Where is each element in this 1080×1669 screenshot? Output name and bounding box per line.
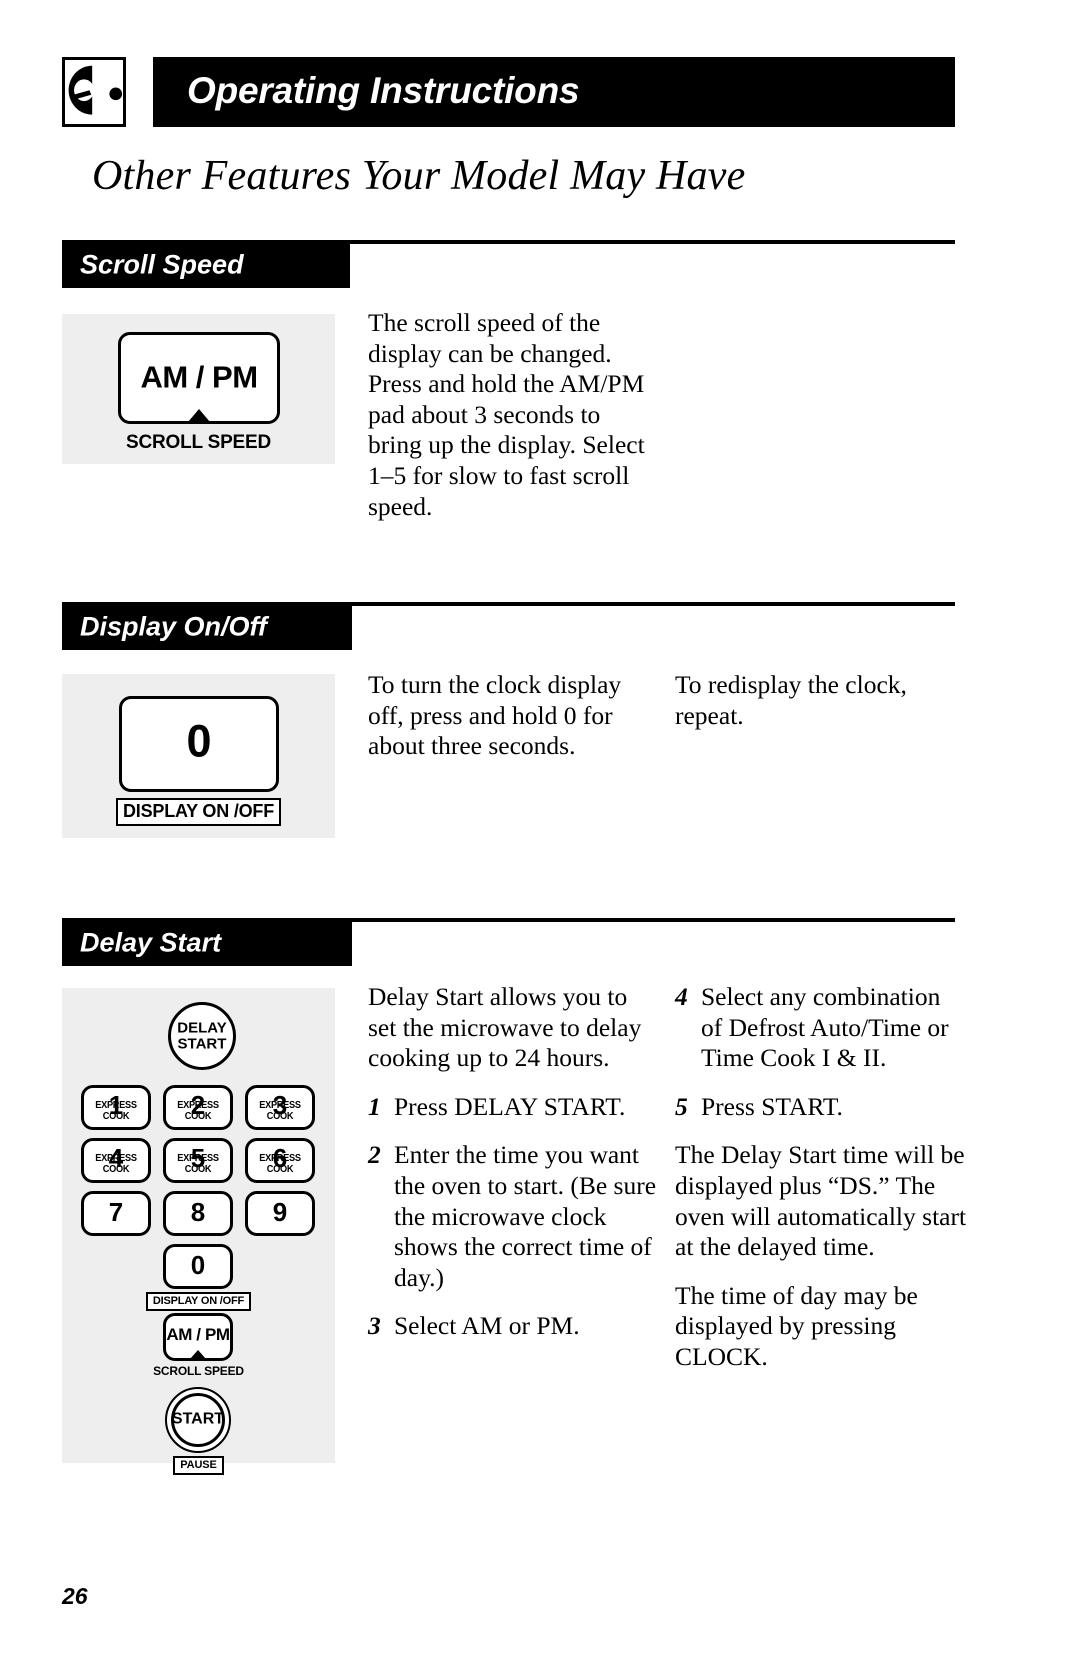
- delay-start-steps-2: 4 Select any combination of Defrost Auto…: [675, 982, 967, 1122]
- list-item: 2 Enter the time you want the oven to st…: [368, 1140, 660, 1293]
- page-subtitle: Other Features Your Model May Have: [92, 153, 746, 199]
- scroll-speed-notch-icon: [188, 409, 210, 422]
- step-number: 1: [368, 1091, 381, 1121]
- section-heading-delay-start: Delay Start: [62, 922, 352, 966]
- paragraph: The time of day may be displayed by pres…: [675, 1280, 918, 1371]
- step-text: Select any combination of Defrost Auto/T…: [701, 982, 949, 1073]
- step-number: 3: [368, 1311, 381, 1341]
- keypad-key-0[interactable]: 0: [163, 1244, 233, 1289]
- keypad-key-4[interactable]: 4 EXPRESS COOK: [81, 1138, 151, 1183]
- display-on-off-caption-text: DISPLAY ON /OFF: [115, 798, 282, 826]
- dial-knob-icon: [62, 57, 126, 127]
- keypad-key-1[interactable]: 1 EXPRESS COOK: [81, 1085, 151, 1130]
- section-heading-scroll-speed: Scroll Speed: [62, 244, 350, 288]
- artwork-scroll-speed: AM / PM SCROLL SPEED: [62, 314, 335, 464]
- step-text: Press START.: [701, 1091, 843, 1121]
- paragraph: Delay Start allows you to set the microw…: [368, 982, 642, 1073]
- page-title: Operating Instructions: [187, 70, 580, 112]
- start-button-label: START: [171, 1410, 225, 1428]
- paragraph: To turn the clock display off, press and…: [368, 670, 622, 761]
- list-item: 3 Select AM or PM.: [368, 1311, 660, 1342]
- delay-start-button-label: DELAY START: [171, 1020, 233, 1052]
- keypad-key-5-sublabel: EXPRESS COOK: [177, 1153, 219, 1175]
- keypad-key-2-sublabel: EXPRESS COOK: [177, 1100, 219, 1122]
- display-on-off-text-column-2: To redisplay the clock, repeat.: [675, 670, 965, 731]
- display-on-off-text-column-1: To turn the clock display off, press and…: [368, 670, 658, 762]
- keypad-key-6[interactable]: 6 EXPRESS COOK: [245, 1138, 315, 1183]
- keypad-key-8[interactable]: 8: [163, 1191, 233, 1236]
- keypad-key-2[interactable]: 2 EXPRESS COOK: [163, 1085, 233, 1130]
- list-item: 1 Press DELAY START.: [368, 1092, 660, 1123]
- step-number: 2: [368, 1140, 381, 1170]
- paragraph: The Delay Start time will be displayed p…: [675, 1140, 967, 1262]
- step-number: 5: [675, 1091, 688, 1121]
- zero-pad[interactable]: 0: [119, 696, 279, 792]
- keypad-key-6-sublabel: EXPRESS COOK: [259, 1153, 301, 1175]
- keypad-ampm-key[interactable]: AM / PM: [163, 1313, 233, 1361]
- list-item: 5 Press START.: [675, 1092, 967, 1123]
- scroll-speed-text-column: The scroll speed of the display can be c…: [368, 308, 658, 522]
- keypad-key-9-digit: 9: [272, 1196, 288, 1227]
- delay-start-label-line2: START: [177, 1035, 227, 1052]
- list-item: 4 Select any combination of Defrost Auto…: [675, 982, 967, 1074]
- step-number: 4: [675, 982, 688, 1011]
- keypad-key-3[interactable]: 3 EXPRESS COOK: [245, 1085, 315, 1130]
- page-number: 26: [62, 1583, 88, 1609]
- keypad-display-on-off-caption-text: DISPLAY ON /OFF: [145, 1292, 252, 1311]
- delay-start-steps-1: 1 Press DELAY START. 2 Enter the time yo…: [368, 1092, 660, 1342]
- keypad-scroll-speed-caption: SCROLL SPEED: [153, 1364, 244, 1378]
- keypad-display-on-off-caption: DISPLAY ON /OFF: [62, 1292, 335, 1311]
- section-heading-label: Display On/Off: [80, 611, 268, 642]
- delay-start-text-column-1: Delay Start allows you to set the microw…: [368, 982, 660, 1360]
- step-text: Press DELAY START.: [394, 1091, 626, 1121]
- manual-page: Operating Instructions Other Features Yo…: [0, 0, 1080, 1669]
- keypad-key-5[interactable]: 5 EXPRESS COOK: [163, 1138, 233, 1183]
- artwork-delay-start-control-panel: DELAY START 1 EXPRESS COOK 2 EXPRESS COO…: [62, 988, 335, 1475]
- ampm-pad-label: AM / PM: [140, 359, 258, 395]
- delay-start-button[interactable]: DELAY START: [168, 1002, 236, 1070]
- keypad-key-1-sublabel: EXPRESS COOK: [95, 1100, 137, 1122]
- pause-caption: PAUSE: [62, 1456, 335, 1475]
- keypad-key-7[interactable]: 7: [81, 1191, 151, 1236]
- paragraph: The scroll speed of the display can be c…: [368, 308, 645, 521]
- artwork-display-on-off: 0 DISPLAY ON /OFF: [62, 674, 335, 838]
- keypad-key-3-sublabel: EXPRESS COOK: [259, 1100, 301, 1122]
- step-text: Enter the time you want the oven to star…: [394, 1140, 657, 1292]
- header-bar: Operating Instructions: [153, 57, 955, 127]
- step-text: Select AM or PM.: [394, 1311, 580, 1341]
- paragraph: To redisplay the clock, repeat.: [675, 670, 907, 730]
- zero-pad-label: 0: [186, 715, 212, 767]
- keypad-key-9[interactable]: 9: [245, 1191, 315, 1236]
- keypad-key-4-sublabel: EXPRESS COOK: [95, 1153, 137, 1175]
- section-heading-label: Scroll Speed: [80, 249, 244, 280]
- keypad-scroll-speed-notch-icon: [190, 1350, 206, 1359]
- display-on-off-caption: DISPLAY ON /OFF: [62, 798, 335, 826]
- scroll-speed-caption: SCROLL SPEED: [125, 432, 272, 453]
- keypad-ampm-key-label: AM / PM: [166, 1325, 230, 1344]
- section-heading-label: Delay Start: [80, 927, 222, 958]
- pause-caption-text: PAUSE: [173, 1456, 224, 1475]
- start-button[interactable]: START: [165, 1387, 231, 1453]
- keypad-key-0-digit: 0: [190, 1249, 206, 1280]
- delay-start-label-line1: DELAY: [177, 1019, 227, 1037]
- delay-start-text-column-2: 4 Select any combination of Defrost Auto…: [675, 982, 967, 1373]
- section-heading-display-on-off: Display On/Off: [62, 606, 352, 650]
- ampm-pad[interactable]: AM / PM: [118, 332, 280, 424]
- page-header: Operating Instructions: [62, 57, 955, 127]
- keypad-key-8-digit: 8: [190, 1196, 206, 1227]
- keypad-key-7-digit: 7: [108, 1196, 124, 1227]
